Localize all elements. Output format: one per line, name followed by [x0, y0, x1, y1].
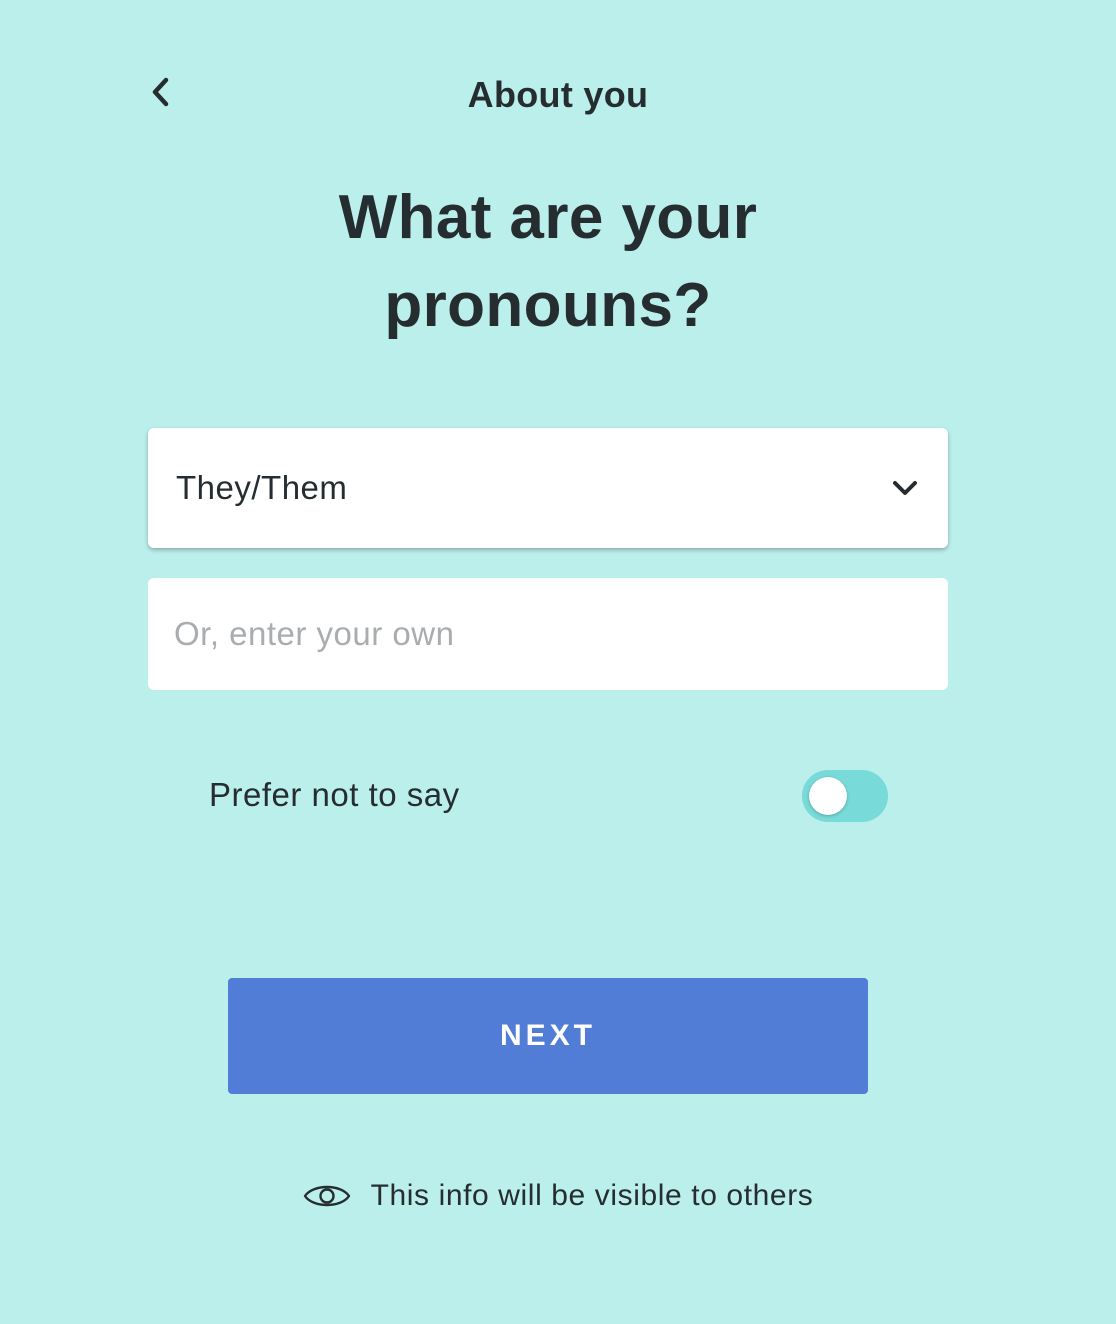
about-you-page: About you What are your pronouns? They/T…	[0, 0, 1116, 1324]
eye-icon	[303, 1174, 351, 1218]
question-heading: What are your pronouns?	[248, 174, 848, 350]
pronoun-select[interactable]: They/Them	[148, 428, 948, 548]
custom-pronoun-input[interactable]	[148, 578, 948, 690]
question-line-2: pronouns?	[384, 271, 712, 340]
question-line-1: What are your	[338, 183, 758, 252]
prefer-not-to-say-label: Prefer not to say	[209, 776, 460, 813]
next-button[interactable]: NEXT	[228, 978, 868, 1094]
chevron-down-icon	[890, 473, 920, 503]
toggle-knob	[809, 777, 847, 815]
prefer-not-to-say-toggle[interactable]	[802, 770, 888, 822]
page-title: About you	[467, 74, 649, 115]
visibility-note: This info will be visible to others	[0, 1174, 1116, 1218]
pronoun-select-value: They/Them	[176, 469, 348, 506]
visibility-text: This info will be visible to others	[370, 1179, 814, 1212]
